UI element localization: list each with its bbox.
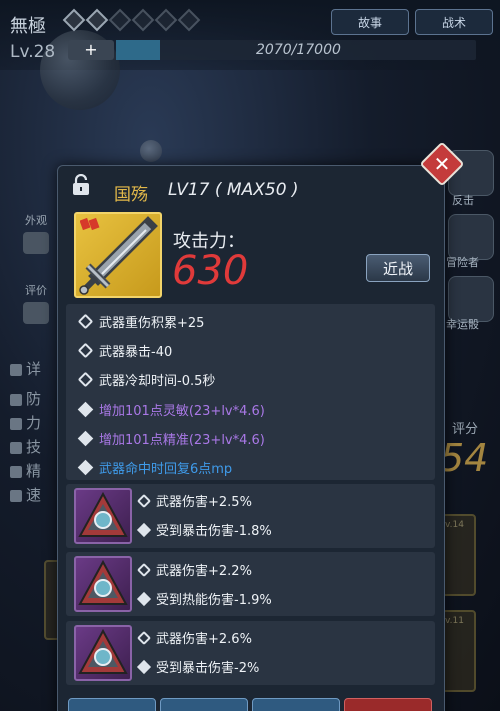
stat-line: 增加101点灵敏(23+lv*4.6) [77, 400, 265, 419]
weapon-type-badge-icon [80, 217, 100, 231]
gem-stat-line: 受到暴击伤害-1.8% [136, 520, 272, 539]
gem-stat-text: 受到暴击伤害-2% [156, 661, 260, 676]
score-label: 评分 [452, 422, 479, 437]
gem-emblem-icon [78, 628, 128, 674]
gear-icon [136, 630, 152, 645]
gear-icon [136, 493, 152, 508]
detail-item: 防 [10, 388, 41, 409]
level-up-button[interactable]: + [68, 40, 114, 60]
spirit-icon [10, 465, 22, 478]
rank-diamond-icon [177, 8, 201, 32]
gem-icon[interactable] [74, 488, 132, 544]
unlock-icon[interactable] [71, 174, 91, 196]
stat-text: 武器冷却时间-0.5秒 [99, 374, 216, 389]
stat-line: 增加101点精准(23+lv*4.6) [77, 429, 265, 448]
gem-stat-line: 受到暴击伤害-2% [136, 657, 260, 676]
rank-diamond-icon [108, 8, 132, 32]
search-icon [10, 363, 22, 376]
diamond-icon [77, 430, 94, 447]
gem-stat-line: 武器伤害+2.5% [136, 491, 252, 510]
bottom-action-button[interactable] [252, 698, 340, 711]
rating-label: 评价 [25, 284, 47, 297]
counter-label: 反击 [452, 194, 474, 207]
appearance-label: 外观 [25, 214, 47, 227]
rating-button[interactable]: 评价 [14, 282, 58, 324]
gem-stat-text: 受到热能伤害-1.9% [156, 593, 272, 608]
detail-item-label: 力 [26, 414, 42, 432]
gem-icon[interactable] [74, 625, 132, 681]
adventurer-label: 冒险者 [446, 256, 479, 269]
chat-bubble-icon [23, 302, 49, 324]
rank-diamond-icon [154, 8, 178, 32]
melee-type-button[interactable]: 近战 [366, 254, 430, 282]
rank-diamonds [62, 8, 201, 32]
detail-item: 精 [10, 460, 41, 481]
gear-icon [77, 313, 94, 330]
gem-stat-text: 受到暴击伤害-1.8% [156, 524, 272, 539]
shirt-icon [23, 232, 49, 254]
detail-item-label: 速 [26, 486, 42, 504]
stat-line: 武器冷却时间-0.5秒 [77, 370, 216, 389]
gem-emblem-icon [78, 559, 128, 605]
stat-text: 武器重伤积累+25 [99, 316, 205, 331]
detail-item-label: 精 [26, 462, 42, 480]
weapon-level: LV17 ( MAX50 ) [168, 180, 299, 200]
bottom-action-button[interactable] [344, 698, 432, 711]
fist-icon [10, 417, 22, 430]
detail-item-label: 防 [26, 390, 42, 408]
diamond-icon [136, 659, 152, 674]
close-icon: ✕ [433, 152, 451, 176]
hero-level: Lv.28 [10, 42, 56, 62]
tactic-button[interactable]: 战术 [415, 9, 493, 35]
gem-stat-line: 武器伤害+2.2% [136, 560, 252, 579]
stat-line: 武器重伤积累+25 [77, 312, 205, 331]
gem-stat-text: 武器伤害+2.6% [156, 632, 252, 647]
gear-icon [77, 371, 94, 388]
stat-text: 武器命中时回复6点mp [99, 462, 233, 477]
bottom-action-button[interactable] [160, 698, 248, 711]
diamond-icon [136, 522, 152, 537]
stat-line: 武器暴击-40 [77, 341, 173, 360]
story-button[interactable]: 故事 [331, 9, 409, 35]
gem-icon[interactable] [74, 556, 132, 612]
gem-stat-text: 武器伤害+2.5% [156, 495, 252, 510]
lucky-label: 幸运骰 [446, 318, 479, 331]
shield-icon [10, 393, 22, 406]
detail-item: 技 [10, 436, 41, 457]
stat-text: 增加101点灵敏(23+lv*4.6) [99, 404, 265, 419]
details-header[interactable]: 详 [10, 358, 41, 379]
appearance-button[interactable]: 外观 [14, 212, 58, 254]
gear-icon [136, 562, 152, 577]
gem-stat-line: 受到热能伤害-1.9% [136, 589, 272, 608]
rank-diamond-icon [131, 8, 155, 32]
gem-stat-text: 武器伤害+2.2% [156, 564, 252, 579]
speed-icon [10, 489, 22, 502]
stat-line: 武器命中时回复6点mp [77, 458, 233, 477]
detail-item: 速 [10, 484, 41, 505]
hero-name: 無極 [10, 16, 46, 37]
diamond-icon [136, 591, 152, 606]
rank-diamond-icon [62, 8, 86, 32]
details-label: 详 [26, 360, 42, 378]
attack-value: 630 [172, 248, 249, 294]
detail-item: 力 [10, 412, 41, 433]
score-value: 54 [440, 436, 489, 480]
stat-text: 增加101点精准(23+lv*4.6) [99, 433, 265, 448]
skill-icon [10, 441, 22, 454]
gem-stat-line: 武器伤害+2.6% [136, 628, 252, 647]
rank-diamond-icon [85, 8, 109, 32]
stat-text: 武器暴击-40 [99, 345, 173, 360]
bottom-action-button[interactable] [68, 698, 156, 711]
exp-bar-fill [116, 40, 160, 60]
moon-decoration [140, 140, 162, 162]
diamond-icon [77, 459, 94, 476]
gear-icon [77, 342, 94, 359]
diamond-icon [77, 401, 94, 418]
weapon-name: 国殇 [114, 185, 148, 205]
detail-item-label: 技 [26, 438, 42, 456]
exp-text: 2070/17000 [256, 42, 341, 58]
gem-emblem-icon [78, 491, 128, 537]
